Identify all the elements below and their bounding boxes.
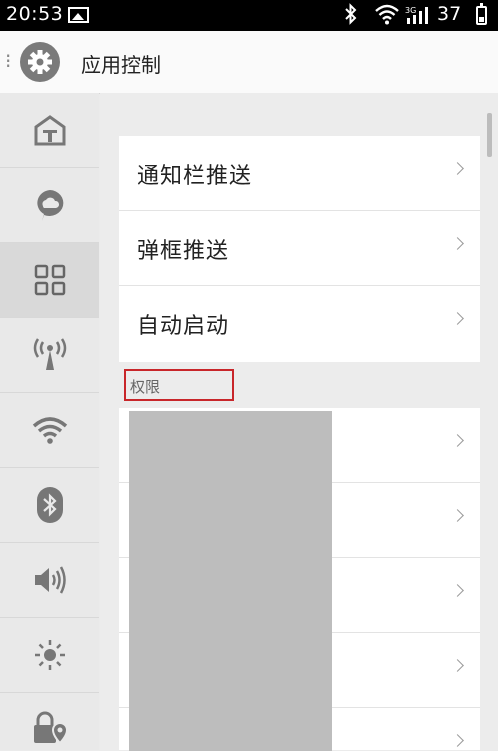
menu-item-notification-push[interactable]: 通知栏推送 [119,136,480,211]
cloud-icon [36,190,63,221]
wifi-icon [374,2,400,30]
status-time: 20:53 [6,3,64,25]
sidebar [0,93,99,750]
home-icon [34,115,65,146]
lock-location-icon [33,711,68,745]
menu-item-label: 通知栏推送 [137,164,253,189]
bluetooth-icon [344,3,358,30]
chevron-right-icon [451,434,464,447]
wifi-icon [32,417,67,444]
menu-item-label: 自动启动 [137,314,230,339]
sidebar-item-wifi[interactable] [0,393,99,468]
sidebar-item-home[interactable] [0,93,99,168]
page-title: 应用控制 [81,53,161,77]
back-dots-icon[interactable]: ⁝ [5,51,11,71]
network-type-label: 3G [405,6,416,15]
menu-item-label: 弹框推送 [137,239,230,264]
chevron-right-icon [451,312,464,325]
brightness-icon [34,640,65,670]
permissions-section-label: 权限 [130,378,161,396]
sidebar-item-antenna[interactable] [0,318,99,393]
sidebar-item-cloud[interactable] [0,168,99,243]
apps-grid-icon [34,264,65,296]
sidebar-item-apps[interactable] [0,243,99,318]
sidebar-item-brightness[interactable] [0,618,99,693]
image-icon [68,7,89,23]
push-settings-card: 通知栏推送 弹框推送 自动启动 [119,136,480,362]
chevron-right-icon [451,584,464,597]
bluetooth-icon [36,487,63,523]
battery-icon [476,3,487,25]
sidebar-item-bluetooth[interactable] [0,468,99,543]
menu-item-popup-push[interactable]: 弹框推送 [119,211,480,286]
gear-icon [20,42,60,82]
sidebar-item-lock-location[interactable] [0,693,99,750]
chevron-right-icon [451,162,464,175]
signal-icon: 3G [405,5,431,29]
app-header: ⁝ 应用控制 [0,31,498,94]
redacted-block [129,411,332,751]
sidebar-item-volume[interactable] [0,543,99,618]
antenna-icon [33,338,66,370]
chevron-right-icon [451,659,464,672]
chevron-right-icon [451,237,464,250]
permissions-section-header: 权限 [124,369,234,401]
status-bar: 20:53 3G 37 [0,0,498,31]
main-content: 通知栏推送 弹框推送 自动启动 权限 [100,93,498,751]
chevron-right-icon [451,734,464,747]
chevron-right-icon [451,509,464,522]
battery-level: 37 [437,3,462,25]
scrollbar[interactable] [487,113,492,157]
menu-item-auto-start[interactable]: 自动启动 [119,286,480,362]
volume-icon [34,566,66,594]
